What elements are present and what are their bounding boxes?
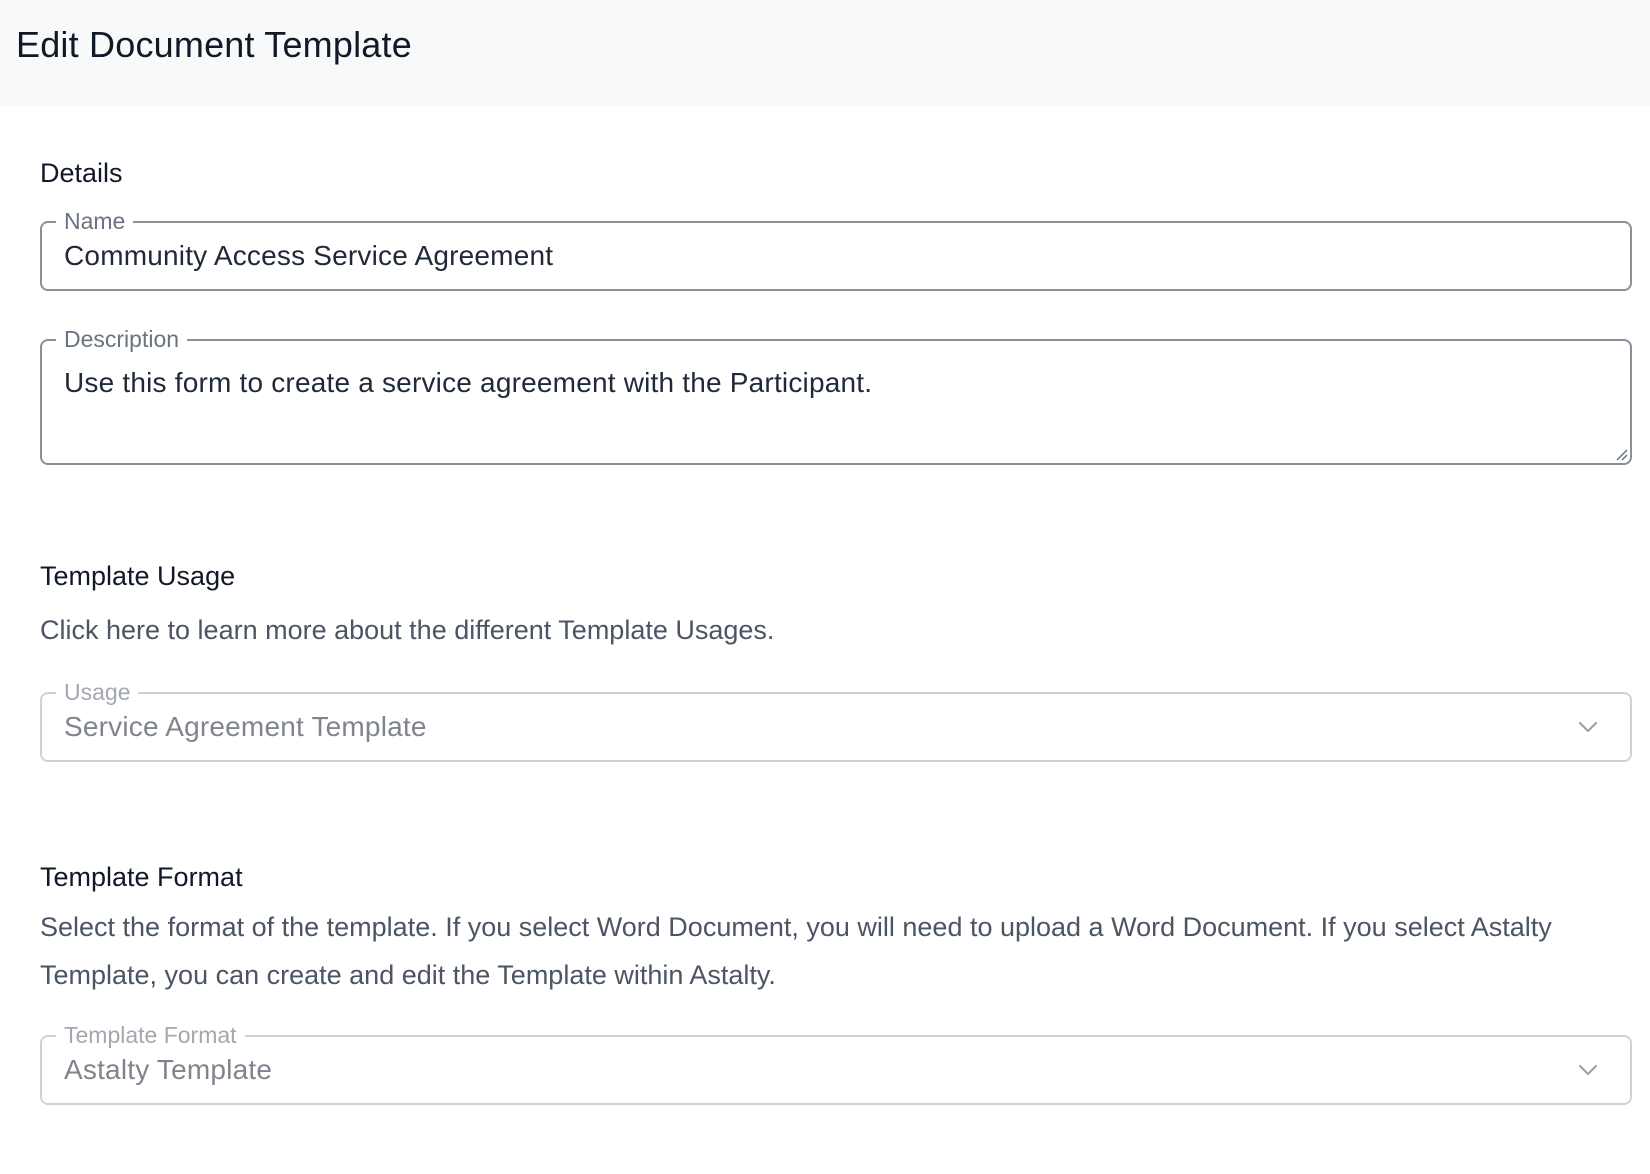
resize-handle-icon[interactable] bbox=[1614, 447, 1628, 461]
page-header: Edit Document Template bbox=[0, 0, 1650, 106]
chevron-down-icon[interactable] bbox=[1578, 721, 1598, 733]
description-field-label: Description bbox=[56, 325, 188, 353]
name-field[interactable]: Name Community Access Service Agreement bbox=[40, 207, 1632, 291]
usage-select-value: Service Agreement Template bbox=[64, 711, 427, 742]
name-field-label: Name bbox=[56, 207, 134, 235]
format-select-value: Astalty Template bbox=[64, 1054, 273, 1085]
format-select-label: Template Format bbox=[56, 1021, 245, 1049]
details-heading: Details bbox=[40, 158, 123, 188]
usage-heading: Template Usage bbox=[40, 561, 236, 591]
chevron-down-icon[interactable] bbox=[1578, 1064, 1598, 1076]
form-content: Details Name Community Access Service Ag… bbox=[0, 158, 1650, 1105]
usage-select[interactable]: Usage Service Agreement Template bbox=[40, 678, 1632, 762]
usage-help-link[interactable]: Click here to learn more about the diffe… bbox=[40, 606, 1634, 654]
format-heading: Template Format bbox=[40, 862, 243, 892]
usage-select-label: Usage bbox=[56, 678, 139, 706]
description-field[interactable]: Description Use this form to create a se… bbox=[40, 325, 1632, 465]
page-title: Edit Document Template bbox=[16, 24, 412, 65]
format-help-text: Select the format of the template. If yo… bbox=[40, 912, 1552, 990]
format-select[interactable]: Template Format Astalty Template bbox=[40, 1021, 1632, 1105]
description-field-value[interactable]: Use this form to create a service agreem… bbox=[42, 341, 1630, 399]
name-field-value[interactable]: Community Access Service Agreement bbox=[42, 240, 553, 272]
